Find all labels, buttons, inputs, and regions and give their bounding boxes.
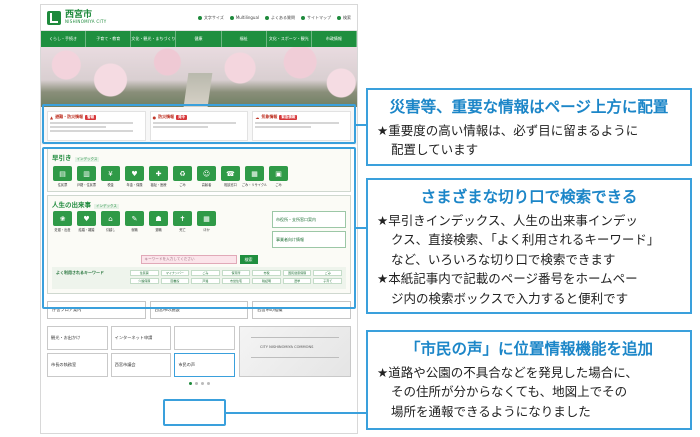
callout-text: ★重要度の高い情報は、必ず目に留まるように (377, 123, 639, 138)
banner-blank[interactable] (174, 326, 235, 350)
site-header: 西宮市 NISHINOMIYA CITY 文字サイズ Multilingual … (41, 5, 357, 31)
page: 西宮市 NISHINOMIYA CITY 文字サイズ Multilingual … (0, 0, 700, 437)
global-nav: くらし・手続き 子育て・教育 文化・観光・まちづくり 健康 福祉 文化・スポーツ… (41, 31, 357, 47)
callout-text: 場所を通報できるようになりました (391, 403, 591, 419)
nav-item[interactable]: 文化・スポーツ・観光 (267, 31, 312, 47)
callout-citizens-voice: 「市民の声」に位置情報機能を追加 ★道路や公園の不具合などを発見した場合に、 そ… (366, 330, 692, 430)
connector-line (356, 227, 366, 229)
header-link[interactable]: Multilingual (229, 15, 259, 20)
callout-search: さまざまな切り口で検索できる ★早引きインデックス、人生の出来事インデッ クス、… (366, 178, 692, 314)
pager-dot[interactable] (194, 382, 198, 385)
nav-item[interactable]: 子育て・教育 (86, 31, 132, 47)
header-link[interactable]: よくある質問 (265, 15, 295, 21)
header-link[interactable]: サイトマップ (301, 15, 331, 21)
header-links: 文字サイズ Multilingual よくある質問 サイトマップ 検索 (197, 15, 351, 21)
header-link[interactable]: 検索 (337, 15, 351, 21)
pager-dot[interactable] (188, 382, 192, 385)
nav-item[interactable]: 福祉 (222, 31, 267, 47)
highlight-emergency-area (42, 104, 356, 144)
callout-text: クス、直接検索、「よく利用されるキーワード」 (391, 232, 660, 248)
highlight-citizens-voice (163, 399, 226, 426)
nav-item[interactable]: 市政情報 (312, 31, 357, 47)
city-logo[interactable]: 西宮市 NISHINOMIYA CITY (65, 11, 106, 24)
city-map-banner[interactable]: CITY NISHINOMIYA COMMONS (239, 326, 351, 377)
city-logo-icon[interactable] (47, 10, 61, 25)
sitemap-icon (301, 15, 305, 20)
tourism-banner[interactable]: 観光・お出かけ (47, 326, 108, 350)
hero-cherry-blossom-image (41, 47, 357, 107)
callout-text: など、いろいろな切り口で検索できます (391, 251, 616, 267)
callout-text: 配置しています (391, 142, 479, 158)
hero-path (183, 73, 213, 107)
globe-icon (229, 15, 234, 20)
citizens-voice-banner[interactable]: 市民の声 (174, 353, 235, 377)
nav-item[interactable]: 文化・観光・まちづくり (131, 31, 177, 47)
map-label: CITY NISHINOMIYA COMMONS (260, 345, 314, 349)
callout-text: その住所が分からなくても、地図上でその (391, 384, 628, 400)
mayor-office-banner[interactable]: 市長の執務室 (47, 353, 108, 377)
pager-dot[interactable] (206, 382, 210, 385)
logo-subtitle: NISHINOMIYA CITY (65, 19, 107, 24)
pager-dot[interactable] (200, 382, 204, 385)
text-size-icon (197, 15, 202, 20)
callout-text: ★本紙記事内で記載のページ番号をホームペー (377, 271, 638, 287)
bottom-banners: 観光・お出かけ インターネット申請 市長の執務室 西宮市議会 市民の声 CITY… (41, 323, 357, 380)
connector-line (226, 412, 366, 414)
callout-text: ★早引きインデックス、人生の出来事インデッ (377, 213, 638, 228)
question-icon (265, 15, 269, 20)
connector-line (356, 124, 366, 126)
callout-title: 災害等、重要な情報はページ上方に配置 (389, 98, 669, 116)
carousel-pager (41, 380, 357, 387)
callout-disaster-info: 災害等、重要な情報はページ上方に配置 ★重要度の高い情報は、必ず目に留まるように… (366, 88, 692, 166)
callout-title: 「市民の声」に位置情報機能を追加 (404, 340, 653, 358)
online-application-banner[interactable]: インターネット申請 (110, 326, 172, 350)
highlight-search-area (42, 147, 356, 309)
city-council-banner[interactable]: 西宮市議会 (110, 353, 172, 377)
nav-item[interactable]: くらし・手続き (41, 31, 87, 47)
header-link[interactable]: 文字サイズ (197, 15, 224, 21)
callout-text: ★道路や公園の不具合などを発見した場合に、 (377, 365, 638, 380)
callout-text: ジ内の検索ボックスで入力すると便利です (391, 290, 629, 306)
nav-item[interactable]: 健康 (176, 31, 222, 47)
search-icon (337, 15, 341, 20)
callout-title: さまざまな切り口で検索できる (420, 188, 638, 206)
